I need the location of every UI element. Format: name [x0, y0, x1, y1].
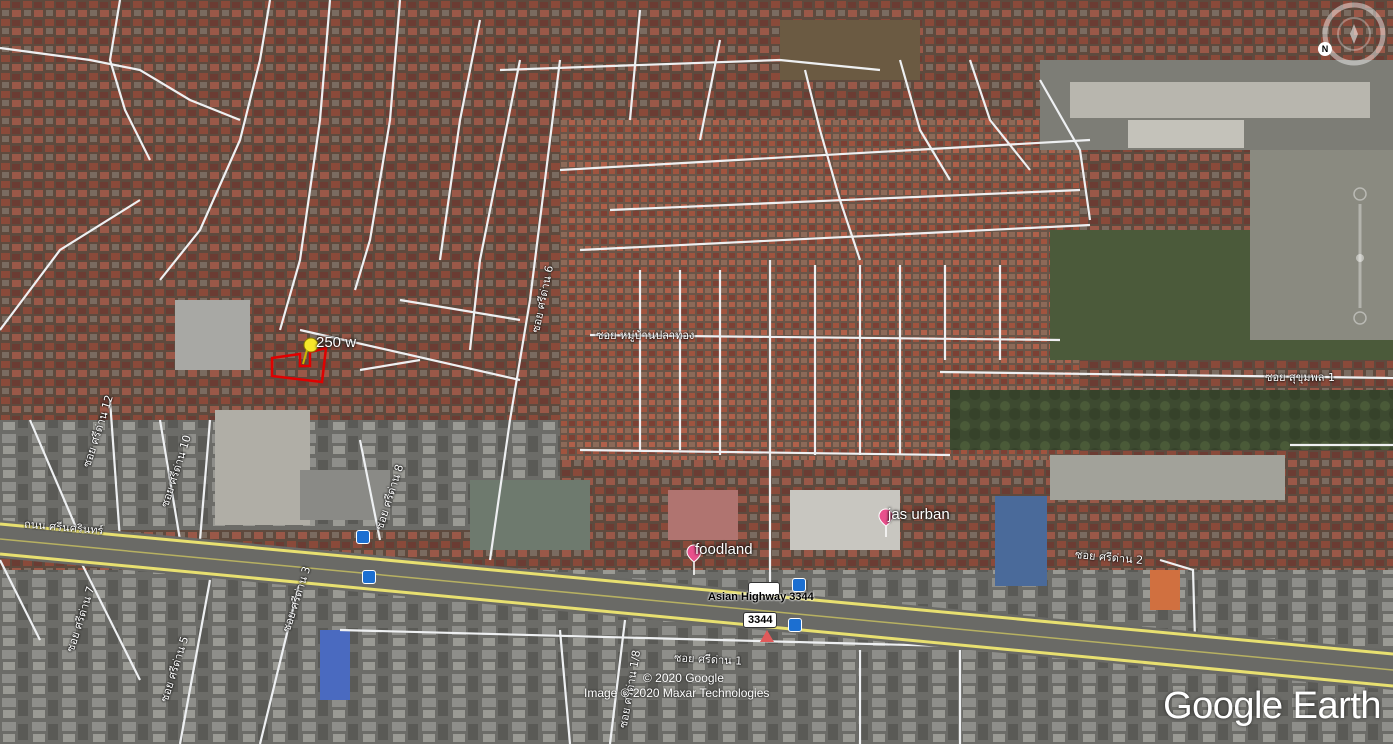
highway-name: Asian Highway 3344	[708, 591, 814, 603]
satellite-map[interactable]	[0, 0, 1393, 744]
transit-icon[interactable]	[788, 618, 802, 632]
place-label-foodland[interactable]: foodland	[695, 541, 753, 558]
road-label: ซอย สุขุมพล 1	[1265, 371, 1335, 384]
marker-label: 250 w	[316, 334, 357, 351]
copyright-imagery: Image © 2020 Maxar Technologies	[584, 686, 770, 700]
place-label-jas-urban[interactable]: jas urban	[888, 506, 950, 523]
road-label: ซอย หมู่บ้านปลาทอง	[596, 329, 695, 342]
highway-shield: 3344	[743, 612, 778, 628]
compass-north-icon[interactable]: N	[1318, 42, 1332, 56]
compass-icon[interactable]	[1322, 2, 1386, 70]
road-label: ซอย ศรีด่าน 1	[673, 651, 743, 668]
transit-icon[interactable]	[792, 578, 806, 592]
google-earth-logo: Google Earth	[1163, 685, 1381, 727]
transit-icon[interactable]	[356, 530, 370, 544]
transit-icon[interactable]	[362, 570, 376, 584]
copyright-google: © 2020 Google	[643, 671, 724, 685]
zoom-slider-icon[interactable]	[1352, 186, 1368, 330]
highway-marker-icon	[760, 630, 774, 642]
